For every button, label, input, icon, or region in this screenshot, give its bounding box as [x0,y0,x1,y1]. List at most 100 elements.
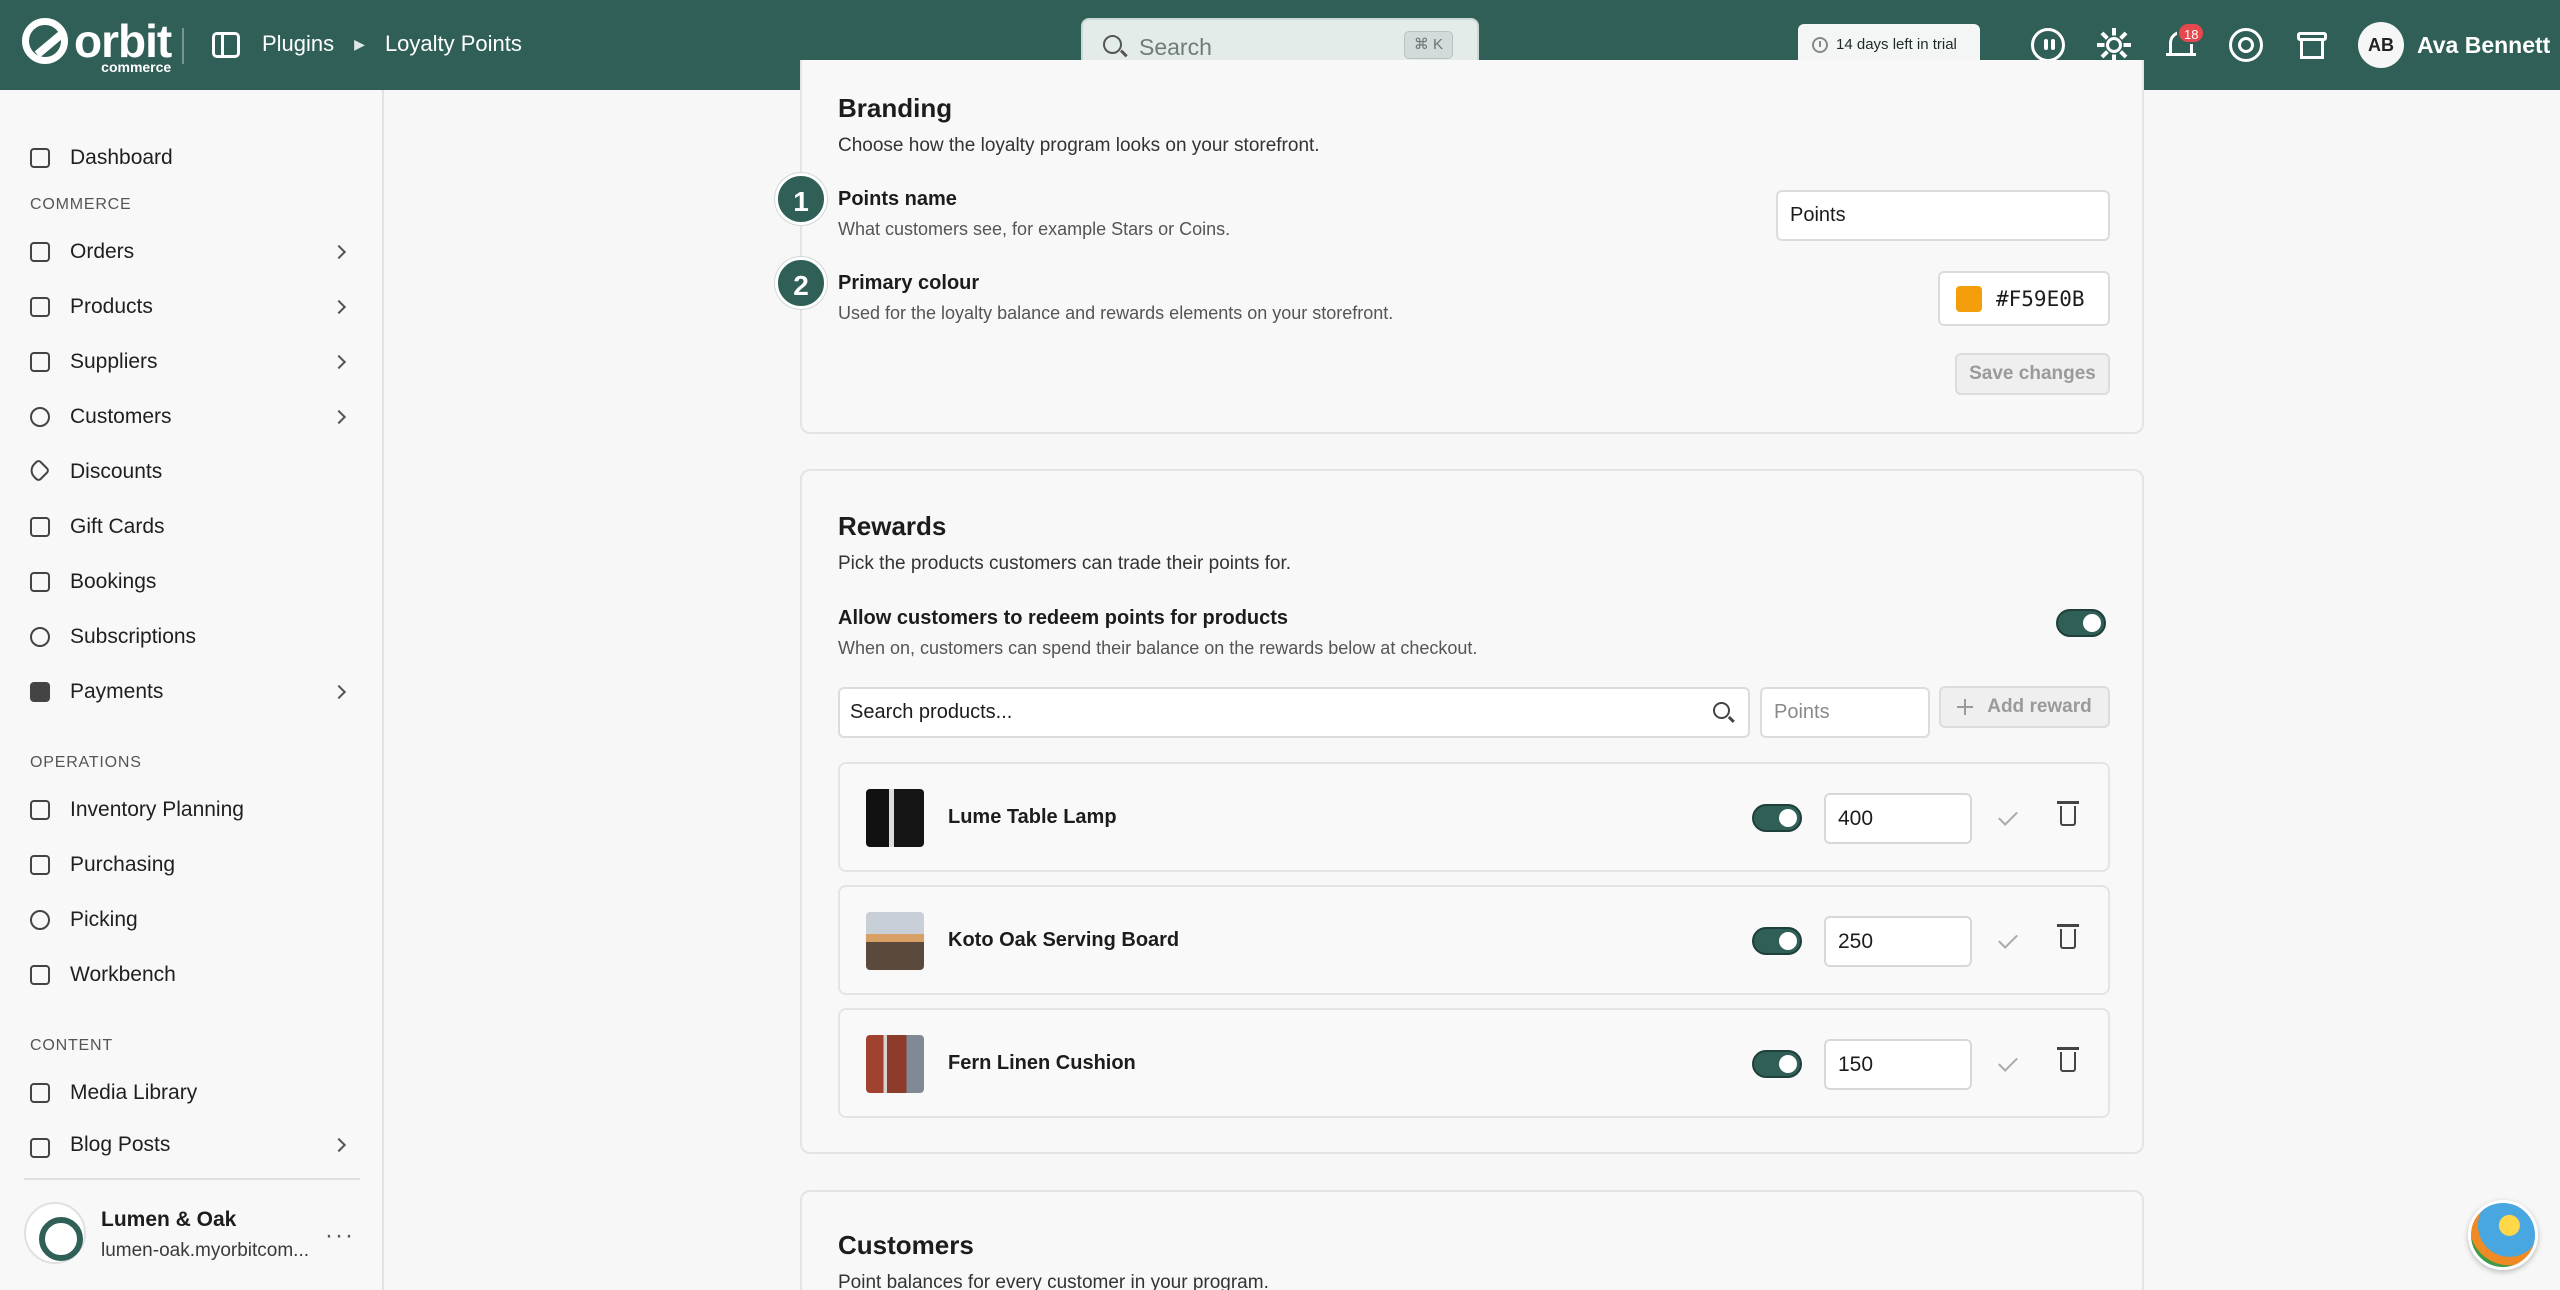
sidebar-item-suppliers[interactable]: Suppliers [0,339,384,385]
section-commerce: COMMERCE [30,196,132,213]
credit-card-icon [30,682,50,702]
colour-swatch [1956,285,1982,312]
primary-colour-picker[interactable]: #F59E0B [1938,271,2110,326]
sidebar-item-workbench[interactable]: Workbench [0,952,384,998]
reward-enabled-toggle[interactable] [1752,804,1802,832]
store-url: lumen-oak.myorbitcom... [101,1240,310,1261]
product-search-input[interactable]: Search products... [838,687,1750,738]
sidebar-item-label: Picking [70,908,138,931]
sidebar-item-payments[interactable]: Payments [0,669,384,715]
rewards-title: Rewards [838,511,947,541]
sidebar: Dashboard COMMERCE Orders Products Suppl… [0,90,384,1290]
delete-trash-icon[interactable] [2057,1047,2079,1072]
sidebar-item-blog-posts[interactable]: Blog Posts [0,1125,384,1165]
sidebar-item-label: Discounts [70,460,163,483]
search-shortcut: ⌘ K [1403,31,1453,59]
primary-colour-value: #F59E0B [1996,286,2085,311]
confirm-check-icon[interactable] [1998,806,2018,826]
reward-row: Koto Oak Serving Board 250 [838,885,2110,995]
sidebar-item-label: Orders [70,240,135,263]
breadcrumb-plugins[interactable]: Plugins [262,31,334,57]
reward-product-name: Lume Table Lamp [948,806,1117,828]
global-search-placeholder: Search [1139,34,1212,60]
section-operations: OPERATIONS [30,754,142,771]
help-lifebuoy-icon[interactable] [2229,28,2263,62]
plus-icon [1957,699,1974,715]
chevron-right-icon [331,684,347,700]
theme-sun-icon[interactable] [2097,28,2131,62]
dashboard-icon [30,148,50,168]
assistant-launcher-icon[interactable] [2468,1200,2538,1270]
storefront-icon[interactable] [2295,28,2329,62]
sidebar-item-media-library[interactable]: Media Library [0,1070,384,1116]
reward-points-input[interactable]: Points [1760,687,1930,738]
sidebar-item-gift-cards[interactable]: Gift Cards [0,504,384,550]
reward-product-name: Koto Oak Serving Board [948,929,1180,951]
breadcrumb-loyalty-points: Loyalty Points [384,31,522,56]
rewards-card: Rewards Pick the products customers can … [800,469,2144,1154]
branding-card: Branding Choose how the loyalty program … [775,60,2144,434]
sidebar-item-label: Workbench [70,963,176,986]
sidebar-item-label: Payments [70,680,164,703]
sidebar-item-inventory-planning[interactable]: Inventory Planning [0,787,384,833]
assistant-icon[interactable] [2031,28,2065,62]
primary-colour-label: Primary colour [838,272,980,294]
store-logo[interactable] [24,1202,86,1264]
sidebar-item-discounts[interactable]: Discounts [0,449,384,495]
customers-card: Customers Point balances for every custo… [800,1190,2144,1290]
step-marker-1: 1 [775,173,827,225]
sidebar-item-bookings[interactable]: Bookings [0,559,384,605]
reward-enabled-toggle[interactable] [1752,1050,1802,1078]
allow-redeem-toggle[interactable] [2056,609,2106,637]
logo-text: orbit [74,15,172,67]
breadcrumb-separator-icon: ▶ [354,35,365,52]
orbit-logo[interactable]: orbit commerce [22,15,172,74]
step-marker-2: 2 [775,257,827,309]
sidebar-divider [24,1178,360,1180]
refresh-icon [30,627,50,647]
sidebar-item-label: Customers [70,405,172,428]
reward-points-field[interactable]: 250 [1824,916,1972,967]
sidebar-item-label: Products [70,295,153,318]
user-avatar[interactable]: AB [2358,22,2404,68]
confirm-check-icon[interactable] [1998,929,2018,949]
allow-redeem-hint: When on, customers can spend their balan… [838,638,1478,658]
confirm-check-icon[interactable] [1998,1052,2018,1072]
sidebar-item-label: Blog Posts [70,1133,171,1156]
reward-row: Lume Table Lamp 400 [838,762,2110,872]
branding-title: Branding [838,93,953,123]
reward-points-field[interactable]: 150 [1824,1039,1972,1090]
sidebar-item-picking[interactable]: Picking [0,897,384,943]
sidebar-item-customers[interactable]: Customers [0,394,384,440]
customers-title: Customers [838,1230,974,1260]
sidebar-item-subscriptions[interactable]: Subscriptions [0,614,384,660]
reward-points-field[interactable]: 400 [1824,793,1972,844]
add-reward-label: Add reward [1987,696,2092,717]
points-name-input[interactable]: Points [1776,190,2110,241]
chevron-right-icon [331,299,347,315]
search-icon [1103,35,1122,54]
sidebar-toggle-icon[interactable] [212,32,240,58]
user-name[interactable]: Ava Bennett [2417,32,2550,59]
delete-trash-icon[interactable] [2057,924,2079,949]
image-icon [30,1083,50,1103]
store-name[interactable]: Lumen & Oak [101,1208,236,1232]
trial-text: 14 days left in trial [1836,36,1957,53]
delete-trash-icon[interactable] [2057,801,2079,826]
product-thumbnail [866,912,924,970]
sidebar-item-purchasing[interactable]: Purchasing [0,842,384,888]
sidebar-item-orders[interactable]: Orders [0,229,384,275]
map-pin-icon [30,910,50,930]
reward-enabled-toggle[interactable] [1752,927,1802,955]
breadcrumb: Plugins ▶ Loyalty Points [262,31,522,57]
add-reward-button[interactable]: Add reward [1939,686,2110,728]
sidebar-item-label: Inventory Planning [70,798,244,821]
suppliers-icon [30,352,50,372]
sidebar-item-products[interactable]: Products [0,284,384,330]
save-changes-button[interactable]: Save changes [1955,353,2110,395]
sidebar-item-dashboard[interactable]: Dashboard [0,135,384,181]
store-more-icon[interactable]: ··· [325,1222,355,1250]
gift-icon [30,517,50,537]
customers-subtitle: Point balances for every customer in you… [838,1272,1269,1290]
section-content: CONTENT [30,1037,113,1054]
